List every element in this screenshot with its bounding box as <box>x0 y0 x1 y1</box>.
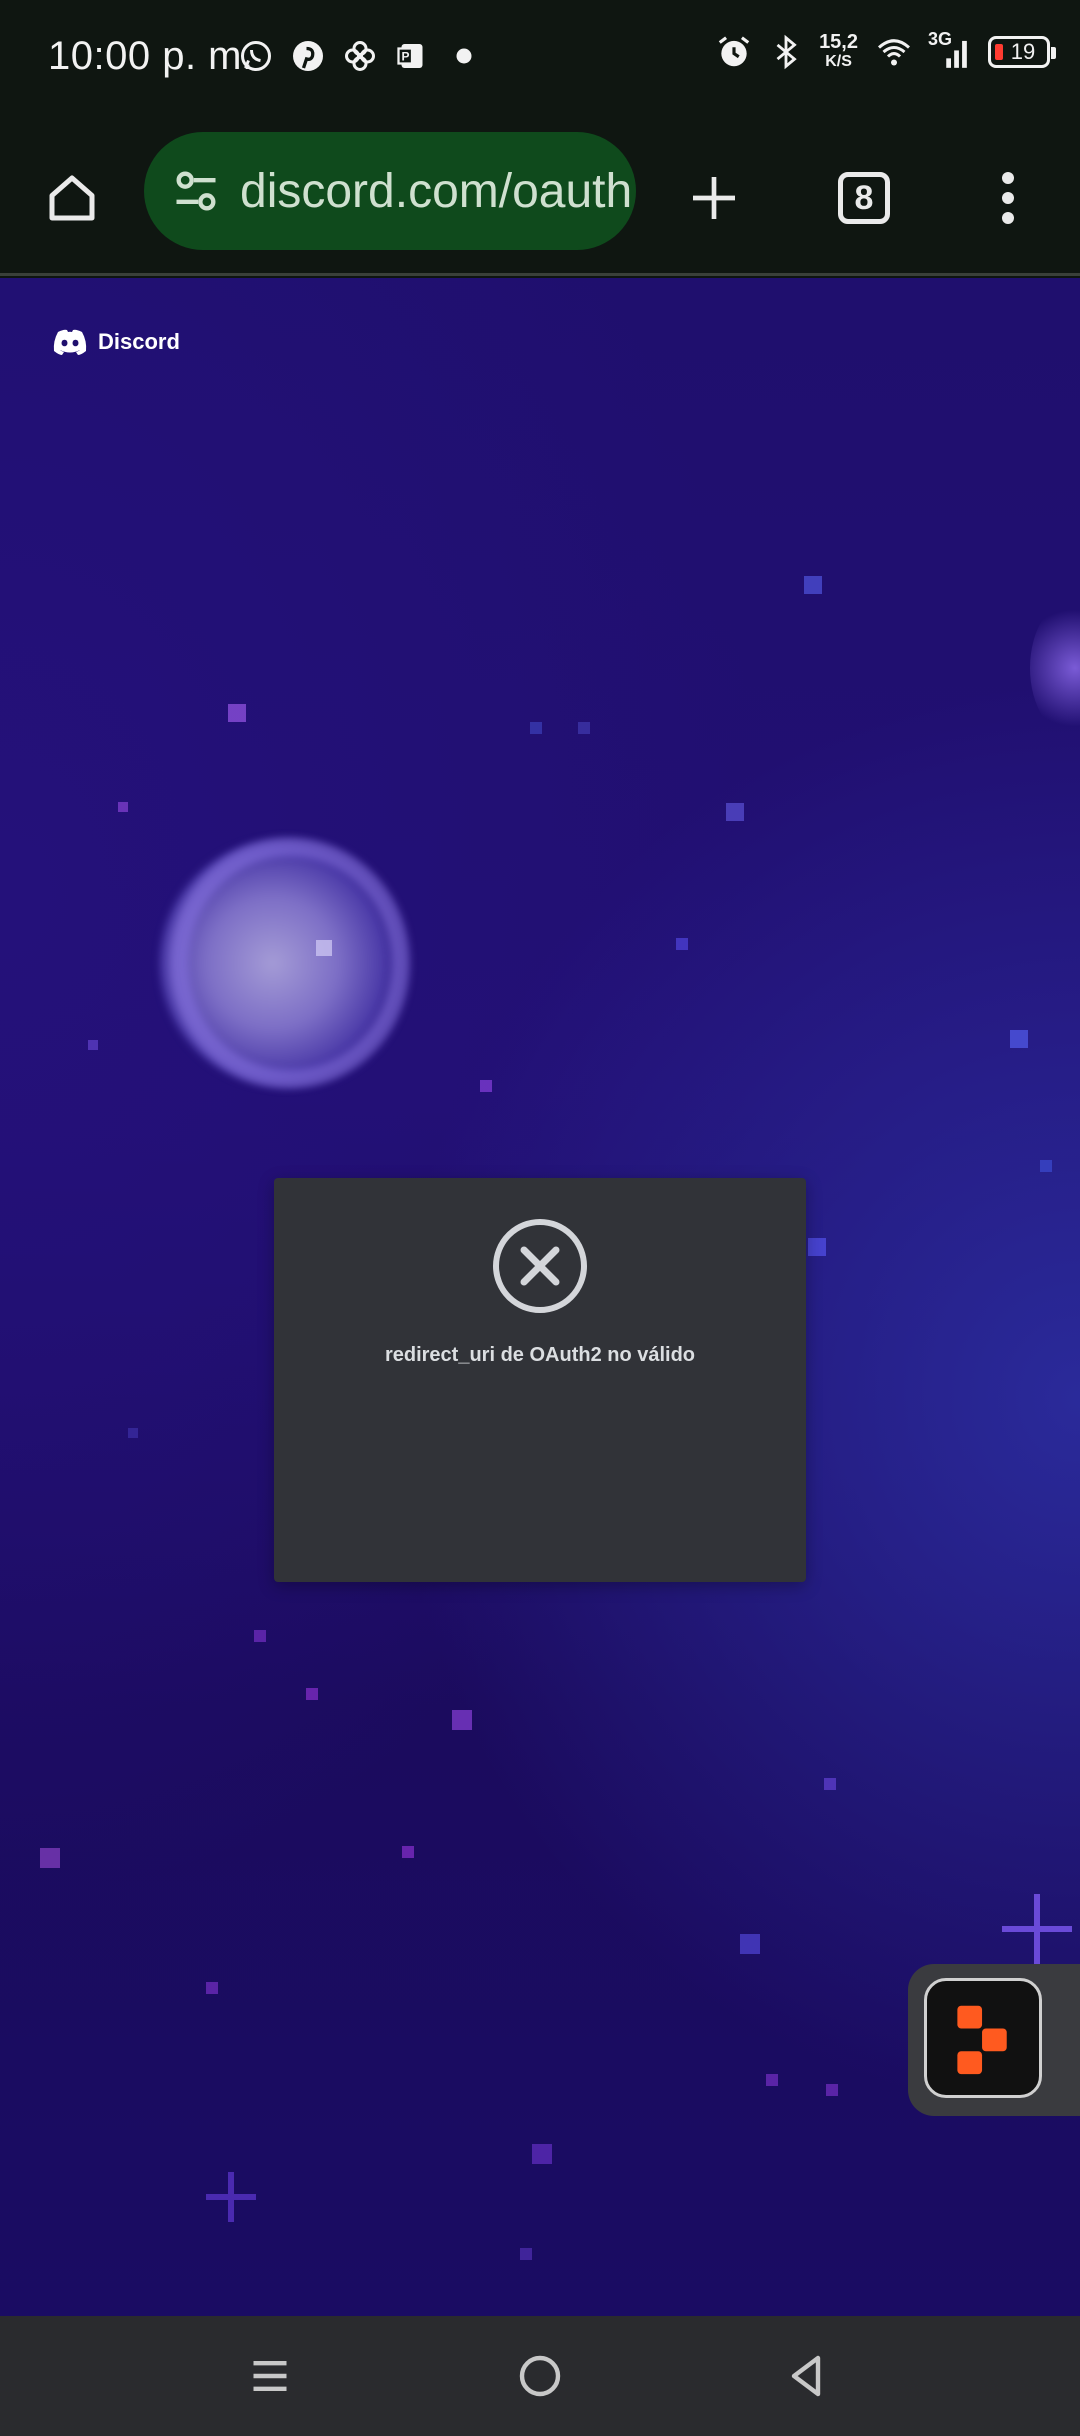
net-speed-value: 15,2 <box>819 31 858 53</box>
tab-count: 8 <box>854 178 874 217</box>
net-speed-unit: K/S <box>825 53 852 70</box>
star-decoration <box>206 1982 218 1994</box>
error-card: redirect_uri de OAuth2 no válido <box>274 1178 806 1582</box>
star-decoration <box>826 2084 838 2096</box>
url-bar[interactable]: discord.com/oauth <box>144 132 636 250</box>
brand-name: Discord <box>98 329 180 354</box>
home-circle-icon <box>519 2355 561 2397</box>
star-decoration <box>40 1848 60 1868</box>
star-decoration <box>808 1238 826 1256</box>
battery-level: 19 <box>1010 39 1036 64</box>
svg-text:P: P <box>402 50 410 64</box>
star-decoration <box>520 2248 532 2260</box>
tabs-icon: 8 <box>838 172 890 224</box>
star-decoration <box>118 802 128 812</box>
url-text[interactable]: discord.com/oauth <box>240 164 632 219</box>
sparkle-decoration <box>1002 1894 1072 1964</box>
error-x-icon <box>493 1219 587 1313</box>
star-decoration <box>766 2074 778 2086</box>
star-decoration <box>804 576 822 594</box>
background-orb-right <box>1030 598 1080 738</box>
signal-icon: 3G <box>928 29 972 71</box>
recents-icon <box>253 2360 287 2392</box>
alarm-icon <box>718 36 750 67</box>
star-decoration <box>532 2144 552 2164</box>
error-message: redirect_uri de OAuth2 no válido <box>384 1344 696 1366</box>
site-settings-icon[interactable] <box>170 165 222 217</box>
bluetooth-icon <box>776 34 797 70</box>
browser-toolbar: discord.com/oauth 8 <box>0 118 1080 276</box>
star-decoration <box>452 1710 472 1730</box>
discord-logo[interactable]: Discord <box>52 328 180 356</box>
ppt-icon: P <box>397 44 423 68</box>
star-decoration <box>316 940 332 956</box>
star-decoration <box>726 803 744 821</box>
status-time: 10:00 p. m. <box>48 34 254 78</box>
star-decoration <box>824 1778 836 1790</box>
new-tab-button[interactable] <box>674 158 754 238</box>
back-button[interactable] <box>776 2346 836 2406</box>
more-menu-button[interactable] <box>968 158 1048 238</box>
notification-icons: P <box>238 38 482 74</box>
discord-icon <box>53 329 87 355</box>
star-decoration <box>676 938 688 950</box>
web-content: Discord redirect_uri de OAuth2 no válido <box>0 278 1080 2316</box>
recents-button[interactable] <box>240 2346 300 2406</box>
star-decoration <box>740 1934 760 1954</box>
status-bar: 10:00 p. m. P 15,2 K/S 3G 19 <box>0 0 1080 118</box>
star-decoration <box>578 722 590 734</box>
tabs-button[interactable]: 8 <box>824 158 904 238</box>
sparkle-decoration <box>206 2172 256 2222</box>
network-speed: 15,2 K/S <box>819 32 858 72</box>
home-button[interactable] <box>32 158 112 238</box>
system-nav-bar <box>0 2316 1080 2436</box>
floating-app-button[interactable] <box>908 1964 1080 2116</box>
star-decoration <box>306 1688 318 1700</box>
star-decoration <box>1010 1030 1028 1048</box>
pinwheel-icon <box>345 41 375 71</box>
back-icon <box>791 2355 821 2397</box>
whatsapp-icon <box>241 41 271 71</box>
home-nav-button[interactable] <box>510 2346 570 2406</box>
battery-icon: 19 <box>988 36 1056 68</box>
star-decoration <box>530 722 542 734</box>
star-decoration <box>480 1080 492 1092</box>
system-status: 15,2 K/S 3G 19 <box>715 29 1056 72</box>
star-decoration <box>88 1040 98 1050</box>
floating-app-icon <box>924 1978 1042 2098</box>
star-decoration <box>228 704 246 722</box>
new-tab-icon <box>693 177 735 219</box>
star-decoration <box>1040 1160 1052 1172</box>
home-icon <box>49 175 95 221</box>
star-decoration <box>402 1846 414 1858</box>
dot-icon <box>456 48 472 64</box>
star-decoration <box>254 1630 266 1642</box>
star-decoration <box>128 1428 138 1438</box>
more-menu-icon <box>1002 172 1014 224</box>
wifi-icon <box>877 39 911 66</box>
background-orb-ring <box>170 838 410 1088</box>
pinterest-icon <box>293 41 323 71</box>
